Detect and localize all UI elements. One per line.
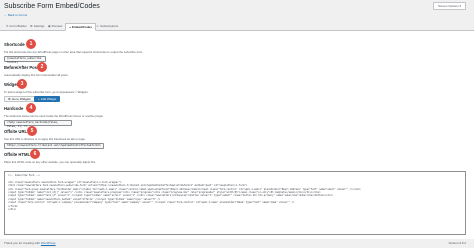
shortcode-field[interactable]: [newsletters_subscribe form=1] [4,56,46,64]
tab-label: Embed/Codes [72,25,93,29]
step-2-badge: 2 [37,62,47,72]
step-6-badge: 6 [30,149,40,159]
gear-icon: ⚙ [30,24,33,28]
add-widget-label: Add Widget [40,97,57,101]
back-to-forms-link[interactable]: ← Back to Forms [4,13,27,17]
offsite-html-heading: Offsite HTML [4,152,31,157]
tab-form-builder[interactable]: ✎ Form Builder [6,24,27,28]
tab-label: Settings [33,24,45,28]
shortcode-heading: Shortcode [4,42,25,47]
add-widget-button[interactable]: + Add Widget [34,96,61,102]
offsite-url-description: Use this URL in iFrames or to apply this… [4,137,86,141]
plus-icon: + [38,97,40,101]
gear-icon: ⚙ [8,97,11,101]
tab-label: Preview [51,24,63,28]
before-after-post-heading: Before/After Post [4,65,39,70]
offsite-html-textarea[interactable]: <!-- Subscribe Form --> <div class="news… [4,171,466,235]
tab-bar: ✎ Form Builder ⚙ Settings ◉ Preview ‹› E… [0,22,474,31]
hardcode-heading: Hardcode [4,106,24,111]
tab-preview[interactable]: ◉ Preview [48,24,62,28]
step-3-badge: 3 [17,79,27,89]
pencil-icon: ✎ [6,24,9,28]
step-4-badge: 4 [26,103,36,113]
widget-heading: Widget [4,82,18,87]
tab-settings[interactable]: ⚙ Settings [30,24,45,28]
footer-thanks-text: Thank you for creating with [4,241,41,245]
before-after-description: Automatically display this form before/a… [4,73,69,77]
wordpress-link[interactable]: WordPress [41,241,56,245]
go-to-widgets-button[interactable]: ⚙ Go to Widgets [4,96,35,102]
hardcode-field[interactable]: <?php newsletters_hardcode(false, false,… [4,120,72,128]
users-icon: ☺ [96,24,100,28]
code-icon: ‹› [69,25,71,29]
html-line: </div> [8,208,17,212]
widget-description: To add a widget of this subscribe form, … [4,90,89,94]
footer-thanks: Thank you for creating with WordPress [4,241,56,245]
hardcode-description: The hardcode below can be used inside th… [4,114,104,118]
footer-version: Version 6.5.2 [448,241,466,245]
tab-label: Subscriptions [100,24,119,28]
offsite-url-heading: Offsite URL [4,129,28,134]
screen-options-button[interactable]: Screen Options ▾ [432,2,466,10]
step-5-badge: 5 [27,126,37,136]
eye-icon: ◉ [48,24,51,28]
page-title: Subscribe Form Embed/Codes [4,3,100,10]
go-to-widgets-label: Go to Widgets [11,97,31,101]
shortcode-description: Put this shortcode into any WordPress pa… [4,50,143,54]
tab-embed-codes[interactable]: ‹› Embed/Codes [65,23,97,31]
offsite-html-description: Place this HTML code on any other websit… [4,160,96,164]
tab-label: Form Builder [9,24,27,28]
tab-subscriptions[interactable]: ☺ Subscriptions [96,24,118,28]
step-1-badge: 1 [26,39,36,49]
offsite-url-field[interactable]: https://newsletters.tribulant.net/?wpmlm… [4,143,104,149]
